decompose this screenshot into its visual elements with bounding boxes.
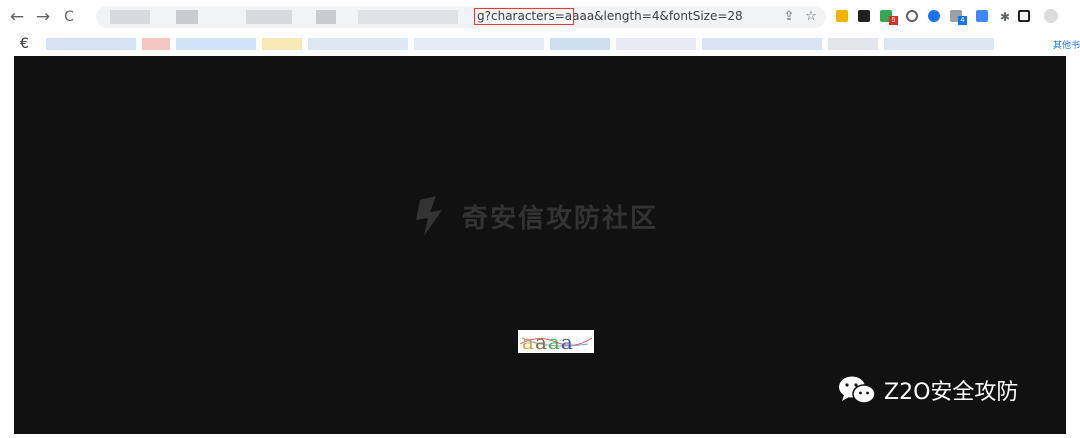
brand-footer: Z2O安全攻防	[838, 374, 1018, 406]
extension-badge: 5	[889, 16, 898, 25]
captcha-char: a	[522, 330, 535, 354]
captcha-char: a	[547, 330, 561, 354]
captcha-image: aaaa	[518, 330, 594, 354]
avatar[interactable]	[1044, 9, 1058, 23]
extension-icon[interactable]	[836, 10, 848, 22]
blurred-url-segment	[176, 10, 198, 24]
blurred-bookmark[interactable]	[828, 38, 878, 50]
captcha-text: aaaa	[522, 330, 574, 354]
blurred-bookmark[interactable]	[616, 38, 696, 50]
blurred-bookmark[interactable]	[46, 38, 136, 50]
blurred-url-segment	[358, 10, 458, 24]
blurred-url-segment	[246, 10, 292, 24]
blurred-bookmark[interactable]	[884, 38, 994, 50]
blurred-bookmark[interactable]	[550, 38, 610, 50]
blurred-bookmark[interactable]	[142, 38, 170, 50]
reload-icon[interactable]: C	[58, 6, 80, 28]
blurred-bookmark[interactable]	[702, 38, 822, 50]
blurred-bookmark[interactable]	[414, 38, 544, 50]
blurred-bookmark[interactable]	[176, 38, 256, 50]
extension-icon[interactable]	[976, 10, 988, 22]
captcha-char: a	[560, 330, 574, 354]
extension-icon[interactable]	[928, 10, 940, 22]
forward-icon[interactable]: →	[32, 6, 54, 28]
blurred-bookmark[interactable]	[308, 38, 408, 50]
sidepanel-icon[interactable]	[1018, 10, 1030, 22]
captcha-char: a	[534, 330, 548, 354]
blurred-url-segment	[110, 10, 150, 24]
other-bookmarks[interactable]: 其他书	[1053, 38, 1080, 51]
url-highlight-box	[474, 8, 574, 25]
circle-icon[interactable]	[906, 10, 918, 22]
bookmarks-bar: € 其他书	[0, 34, 1080, 56]
blurred-url-segment	[316, 10, 336, 24]
watermark-text: 奇安信攻防社区	[462, 203, 659, 234]
lightning-shield-icon	[416, 196, 442, 236]
star-icon[interactable]: ☆	[802, 7, 820, 27]
brand-text: Z2O安全攻防	[884, 380, 1019, 405]
extension-icon[interactable]	[858, 10, 870, 22]
puzzle-icon[interactable]: ✱	[996, 7, 1014, 27]
wechat-icon	[839, 376, 876, 404]
extension-badge: 4	[958, 16, 967, 25]
blurred-bookmark[interactable]	[262, 38, 302, 50]
browser-toolbar: ← → C g?characters=aaaa&length=4&fontSiz…	[0, 0, 1080, 34]
watermark: 奇安信攻防社区	[414, 194, 658, 238]
share-icon[interactable]: ⇪	[780, 7, 798, 27]
address-bar[interactable]: g?characters=aaaa&length=4&fontSize=28	[96, 6, 826, 28]
back-icon[interactable]: ←	[6, 6, 28, 28]
bookmark-logo-icon[interactable]: €	[20, 36, 29, 52]
